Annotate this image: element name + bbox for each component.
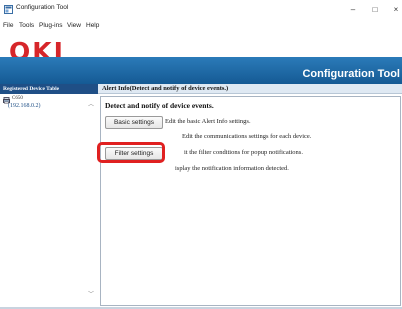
menu-help[interactable]: Help: [86, 22, 99, 29]
device-name: C650: [12, 96, 23, 101]
menu-bar: File Tools Plug-ins View Help: [0, 20, 402, 34]
registered-device-panel: Registered Device Table C650 (192.168.0.…: [0, 84, 99, 309]
menu-view[interactable]: View: [67, 22, 81, 29]
header-banner: Configuration Tool: [0, 57, 402, 84]
filter-settings-highlight: [97, 142, 165, 163]
alert-info-title: Alert Info(Detect and notify of device e…: [98, 84, 402, 94]
maximize-button[interactable]: □: [368, 4, 382, 16]
menu-plug-ins[interactable]: Plug-ins: [39, 22, 62, 29]
content-title: Detect and notify of device events.: [105, 101, 214, 110]
notification-display-description: isplay the notification information dete…: [175, 165, 289, 172]
title-bar: Configuration Tool – □ ×: [0, 0, 402, 20]
basic-settings-button[interactable]: Basic settings: [105, 116, 163, 129]
menu-tools[interactable]: Tools: [19, 22, 34, 29]
alert-info-panel: Alert Info(Detect and notify of device e…: [98, 84, 402, 309]
menu-file[interactable]: File: [3, 22, 13, 29]
app-window-icon: [4, 5, 13, 14]
scroll-up-arrow[interactable]: ︿: [88, 99, 94, 108]
scroll-down-arrow[interactable]: ﹀: [88, 289, 94, 298]
window-title: Configuration Tool: [16, 4, 69, 11]
filter-settings-description: it the filter conditions for popup notif…: [184, 149, 303, 156]
close-button[interactable]: ×: [389, 4, 402, 16]
communication-settings-description: Edit the communications settings for eac…: [182, 133, 312, 140]
minimize-button[interactable]: –: [346, 4, 360, 16]
banner-title: Configuration Tool: [302, 68, 400, 80]
alert-info-content: Detect and notify of device events. Basi…: [100, 96, 401, 306]
registered-device-table-title: Registered Device Table: [0, 84, 98, 94]
device-ip: (192.168.0.2): [8, 103, 41, 109]
basic-settings-description: Edit the basic Alert Info settings.: [165, 118, 251, 125]
